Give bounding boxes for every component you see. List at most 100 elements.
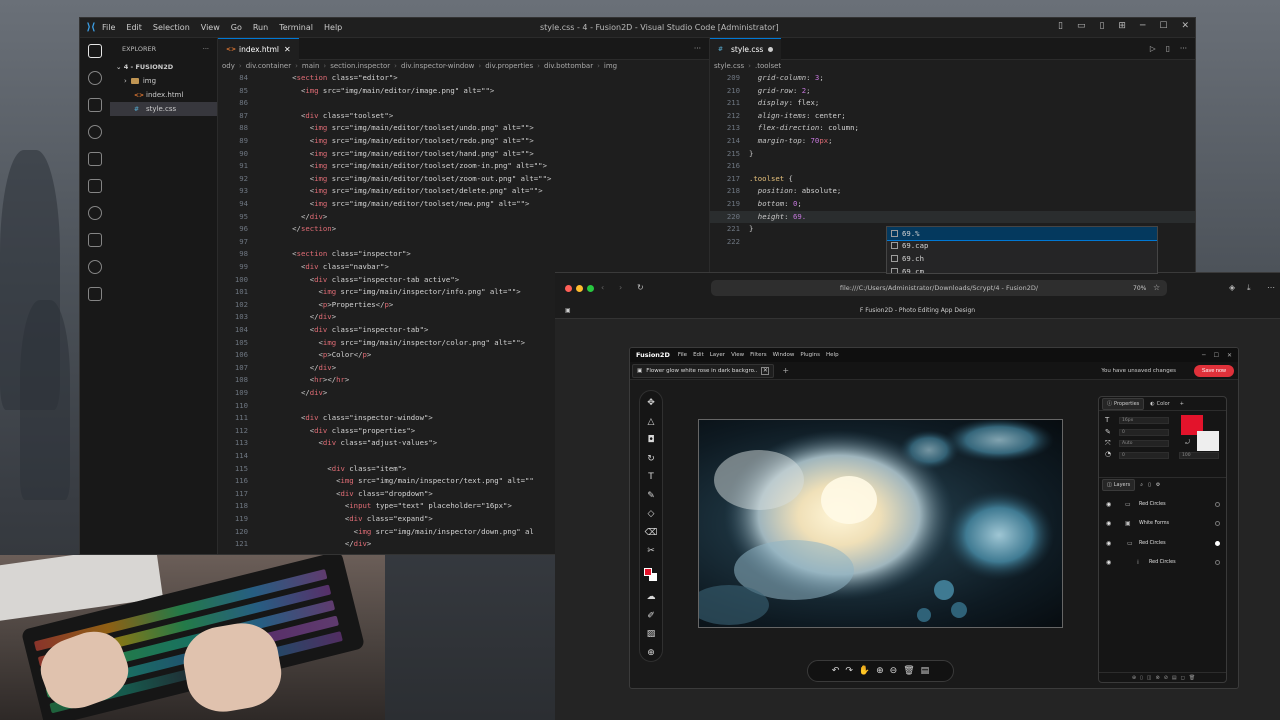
extensions-icon[interactable]: ⋯ [1267, 283, 1275, 292]
menu-item-go[interactable]: Go [231, 23, 242, 32]
app-menu-item-view[interactable]: View [731, 352, 744, 358]
code-line[interactable]: 85 <img src="img/main/editor/image.png" … [218, 85, 709, 98]
maximize-icon[interactable]: ☐ [1214, 352, 1219, 359]
maximize-window-icon[interactable] [587, 284, 594, 292]
breadcrumb-item[interactable]: div.inspector-window [401, 62, 474, 70]
close-icon[interactable]: ✕ [1181, 21, 1189, 31]
primary-color-swatch[interactable] [644, 567, 652, 576]
color-swatches[interactable] [644, 567, 658, 582]
new-icon[interactable]: ▤ [921, 666, 930, 676]
panel-icon[interactable]: ▭ [1077, 21, 1086, 31]
close-tab-icon[interactable]: ✕ [761, 366, 770, 375]
redo-icon[interactable]: ↷ [845, 666, 853, 676]
file-icon[interactable]: ▯ [1148, 482, 1151, 488]
code-line[interactable]: 220 height: 69. [710, 210, 1195, 224]
code-line[interactable]: 86 [218, 97, 709, 110]
page-tab-title[interactable]: F Fusion2D - Photo Editing App Design [860, 307, 975, 314]
code-line[interactable]: 211 display: flex; [710, 97, 1195, 110]
suggestion-item[interactable]: 69.ch [887, 252, 1157, 265]
remote-icon[interactable] [88, 152, 102, 166]
footer-action-icon[interactable]: ◫ [1147, 675, 1152, 681]
minimize-icon[interactable]: ─ [1202, 352, 1206, 359]
suggestion-item[interactable]: 69.cm [887, 265, 1157, 273]
forward-icon[interactable]: › [619, 283, 622, 292]
eye-icon[interactable]: ◉ [1106, 540, 1111, 547]
layer-select-dot[interactable] [1215, 560, 1220, 565]
code-line[interactable]: 219 bottom: 0; [710, 198, 1195, 211]
menu-item-file[interactable]: File [102, 23, 115, 32]
opacity-field[interactable]: 0 [1119, 452, 1169, 459]
layer-row[interactable]: ◉ ⁞ Red Circles [1099, 554, 1226, 572]
document-tab[interactable]: ▣ Flower glow white rose in dark backgro… [632, 363, 775, 378]
secondary-color-chip[interactable] [1197, 431, 1219, 451]
scissors-icon[interactable]: ✂ [644, 545, 658, 558]
tab-index-html[interactable]: <> index.html ✕ [218, 38, 299, 60]
triangle-icon[interactable]: △ [644, 416, 658, 429]
database-icon[interactable] [88, 206, 102, 220]
brush-size-field[interactable]: 0 [1119, 429, 1169, 436]
star-icon[interactable]: ☆ [1153, 283, 1160, 292]
eye-icon[interactable]: ◉ [1106, 559, 1111, 566]
rotate-icon[interactable]: ↻ [644, 453, 658, 466]
swap-colors-icon[interactable]: ⤾ [1185, 439, 1190, 447]
fill-icon[interactable]: ◇ [644, 508, 658, 521]
minimize-window-icon[interactable] [576, 284, 583, 292]
more-actions-icon[interactable]: ··· [1180, 44, 1187, 53]
breadcrumb-item[interactable]: section.inspector [330, 62, 390, 70]
move-icon[interactable]: ✥ [644, 397, 658, 410]
image-icon[interactable]: ▨ [644, 628, 658, 641]
cloud-icon[interactable]: ☁ [644, 591, 658, 604]
suggestion-item[interactable]: 69.% [887, 227, 1157, 241]
menu-item-edit[interactable]: Edit [126, 23, 142, 32]
menu-item-selection[interactable]: Selection [153, 23, 190, 32]
layer-row[interactable]: ◉ ▭ Red Circles [1099, 495, 1226, 513]
breadcrumb-item[interactable]: .toolset [755, 62, 781, 70]
code-line[interactable]: 88 <img src="img/main/editor/toolset/und… [218, 122, 709, 135]
code-line[interactable]: 98 <section class="inspector"> [218, 248, 709, 261]
save-now-button[interactable]: Save now [1193, 365, 1234, 377]
target-icon[interactable]: ⊕ [644, 647, 658, 660]
code-line[interactable]: 213 flex-direction: column; [710, 122, 1195, 135]
code-line[interactable]: 94 <img src="img/main/editor/toolset/new… [218, 198, 709, 211]
menu-item-view[interactable]: View [201, 23, 220, 32]
extensions-icon[interactable] [88, 179, 102, 193]
settings-icon[interactable]: ⚙ [1156, 482, 1160, 488]
search-icon[interactable]: ⌕ [1140, 482, 1143, 488]
explorer-item-img[interactable]: › img [110, 74, 217, 88]
explorer-item-style-css[interactable]: # style.css [110, 102, 217, 116]
shield-icon[interactable]: ◈ [1229, 283, 1235, 292]
bookmark-icon[interactable] [88, 287, 102, 301]
chat-icon[interactable] [88, 260, 102, 274]
search-icon[interactable] [88, 71, 102, 85]
hand-icon[interactable]: ✋ [859, 666, 870, 676]
back-icon[interactable]: ‹ [601, 283, 604, 292]
code-line[interactable]: 214 margin-top: 70px; [710, 135, 1195, 148]
app-menu-item-window[interactable]: Window [773, 352, 795, 358]
footer-action-icon[interactable]: ◻ [1181, 675, 1185, 681]
breadcrumb-item[interactable]: div.properties [485, 62, 533, 70]
grid-icon[interactable]: ⊞ [1118, 21, 1126, 31]
code-line[interactable]: 84 <section class="editor"> [218, 72, 709, 85]
code-line[interactable]: 212 align-items: center; [710, 110, 1195, 123]
font-size-field[interactable]: 16px [1119, 417, 1169, 424]
crop-icon[interactable]: ◘ [644, 434, 658, 447]
debug-icon[interactable] [88, 125, 102, 139]
code-line[interactable]: 210 grid-row: 2; [710, 85, 1195, 98]
source-control-icon[interactable] [88, 98, 102, 112]
code-line[interactable]: 216 [710, 160, 1195, 173]
tab-color[interactable]: ◐ Color [1146, 398, 1173, 410]
percent-field[interactable]: 100 [1179, 452, 1219, 459]
footer-action-icon[interactable]: ⊗ [1156, 675, 1160, 681]
zoom-out-icon[interactable]: ⊖ [890, 666, 898, 676]
code-line[interactable]: 87 <div class="toolset"> [218, 110, 709, 123]
breadcrumb-item[interactable]: style.css [714, 62, 744, 70]
code-line[interactable]: 91 <img src="img/main/editor/toolset/zoo… [218, 160, 709, 173]
breadcrumb-item[interactable]: ody [222, 62, 235, 70]
eraser-icon[interactable]: ⌫ [644, 527, 658, 540]
menu-item-help[interactable]: Help [324, 23, 342, 32]
code-line[interactable]: 215} [710, 148, 1195, 161]
breadcrumb-item[interactable]: div.container [246, 62, 291, 70]
add-tab-icon[interactable]: + [1180, 401, 1184, 407]
code-line[interactable]: 95 </div> [218, 211, 709, 224]
maximize-icon[interactable]: ☐ [1159, 21, 1167, 31]
